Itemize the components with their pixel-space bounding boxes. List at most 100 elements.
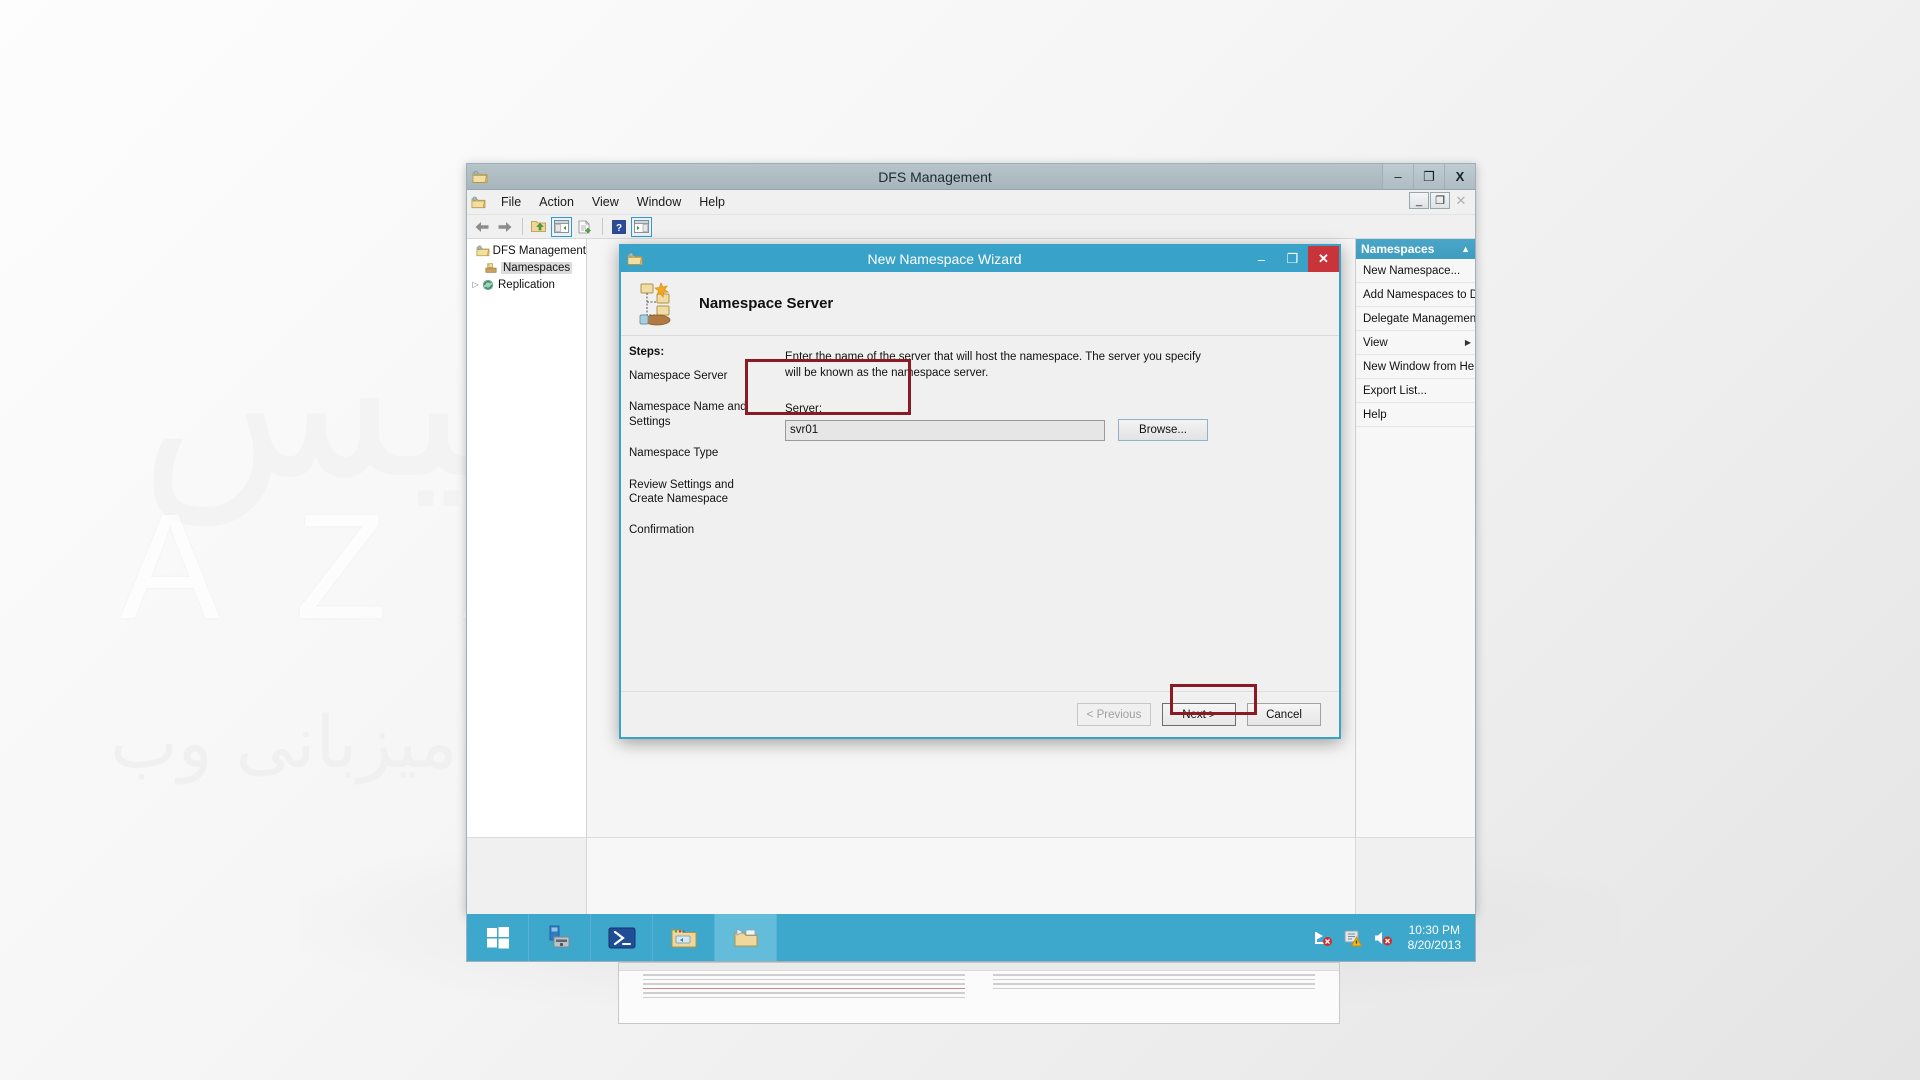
tree-label-namespaces: Namespaces bbox=[501, 261, 573, 274]
dfs-management-window: DFS Management – ❐ X File Action View Wi… bbox=[466, 163, 1476, 937]
chevron-right-icon: ▶ bbox=[1464, 338, 1471, 347]
export-list-icon[interactable] bbox=[574, 217, 595, 237]
tree-expander-replication[interactable]: ▷ bbox=[470, 280, 481, 289]
wizard-step-namespace-name-and-settings: Namespace Name and Settings bbox=[629, 401, 747, 428]
document-columns bbox=[619, 971, 1339, 1001]
main-toolbar: ? bbox=[467, 215, 1475, 239]
tree-item-dfs-management[interactable]: DFS Management bbox=[467, 242, 586, 259]
toolbar-separator-2 bbox=[602, 218, 603, 235]
wizard-step-confirmation: Confirmation bbox=[629, 524, 695, 537]
action-center-warning-icon[interactable] bbox=[1343, 929, 1363, 947]
tree-label-dfs-management: DFS Management bbox=[492, 244, 586, 257]
windows-taskbar: 10:30 PM 8/20/2013 bbox=[466, 914, 1476, 962]
action-new-window-from-here[interactable]: New Window from Here bbox=[1356, 355, 1475, 379]
wizard-step-namespace-type: Namespace Type bbox=[629, 447, 719, 460]
dfs-management-icon[interactable] bbox=[715, 914, 777, 961]
mdi-close-button[interactable]: ✕ bbox=[1451, 192, 1471, 209]
wizard-page-header: Namespace Server bbox=[621, 272, 1339, 336]
action-add-namespaces-to-display[interactable]: Add Namespaces to Di... bbox=[1356, 283, 1475, 307]
action-help[interactable]: Help bbox=[1356, 403, 1475, 427]
menu-view[interactable]: View bbox=[583, 192, 628, 212]
next-button[interactable]: Next > bbox=[1162, 703, 1236, 726]
action-delegate-management[interactable]: Delegate Management... bbox=[1356, 307, 1475, 331]
wizard-instruction-text: Enter the name of the server that will h… bbox=[785, 351, 1201, 379]
browse-button[interactable]: Browse... bbox=[1118, 419, 1208, 442]
start-button-icon[interactable] bbox=[467, 914, 529, 961]
svg-text:?: ? bbox=[615, 223, 621, 234]
clock-time: 10:30 PM bbox=[1408, 922, 1460, 937]
main-menubar: File Action View Window Help _ ❐ ✕ bbox=[467, 190, 1475, 215]
taskbar-spacer bbox=[777, 914, 1308, 961]
steps-label: Steps: bbox=[629, 346, 665, 358]
file-explorer-icon[interactable] bbox=[653, 914, 715, 961]
show-action-pane-icon[interactable] bbox=[631, 216, 652, 237]
clock-date: 8/20/2013 bbox=[1407, 937, 1461, 952]
main-window-controls: – ❐ X bbox=[1382, 164, 1475, 189]
wizard-titlebar: New Namespace Wizard – ❐ ✕ bbox=[621, 246, 1339, 272]
console-tree: DFS Management Namespaces ▷ Replication bbox=[467, 239, 587, 837]
previous-button[interactable]: < Previous bbox=[1077, 703, 1151, 726]
screenshot-frame: DFS Management – ❐ X File Action View Wi… bbox=[466, 163, 1476, 1024]
main-titlebar: DFS Management – ❐ X bbox=[467, 164, 1475, 190]
taskbar-clock[interactable]: 10:30 PM 8/20/2013 bbox=[1398, 923, 1471, 953]
menu-window[interactable]: Window bbox=[628, 192, 690, 212]
system-tray: 10:30 PM 8/20/2013 bbox=[1308, 914, 1475, 961]
menu-help[interactable]: Help bbox=[690, 192, 734, 212]
watermark-arabic-bottom: میزبانی وب bbox=[110, 700, 458, 784]
show-hide-tree-icon[interactable] bbox=[551, 216, 572, 237]
replication-icon bbox=[481, 279, 495, 291]
document-line bbox=[643, 983, 965, 985]
action-view[interactable]: View ▶ bbox=[1356, 331, 1475, 355]
mdi-child-controls: _ ❐ ✕ bbox=[1409, 192, 1472, 209]
mdi-minimize-button[interactable]: _ bbox=[1409, 192, 1429, 209]
wizard-maximize-button[interactable]: ❐ bbox=[1277, 246, 1308, 272]
close-button[interactable]: X bbox=[1444, 164, 1475, 189]
cancel-button[interactable]: Cancel bbox=[1247, 703, 1321, 726]
wizard-steps-list: Steps: Namespace Server Namespace Name a… bbox=[621, 336, 773, 691]
maximize-button[interactable]: ❐ bbox=[1413, 164, 1444, 189]
document-column-left bbox=[629, 971, 979, 1001]
wizard-close-button[interactable]: ✕ bbox=[1308, 246, 1339, 272]
menubar-app-icon bbox=[471, 196, 486, 209]
actions-pane: Namespaces ▲ New Namespace... Add Namesp… bbox=[1355, 239, 1475, 837]
server-input[interactable] bbox=[785, 419, 1105, 441]
action-label: Help bbox=[1363, 408, 1387, 421]
minimize-button[interactable]: – bbox=[1382, 164, 1413, 189]
actions-pane-title: Namespaces bbox=[1361, 242, 1435, 256]
new-namespace-wizard-dialog: New Namespace Wizard – ❐ ✕ Namespace Ser… bbox=[619, 244, 1341, 739]
volume-muted-icon[interactable] bbox=[1373, 929, 1393, 947]
document-line bbox=[643, 978, 965, 980]
mdi-restore-button[interactable]: ❐ bbox=[1430, 192, 1450, 209]
document-line bbox=[993, 987, 1315, 989]
dfs-folder-icon bbox=[472, 170, 488, 184]
action-label: Add Namespaces to Di... bbox=[1363, 288, 1475, 301]
menu-file[interactable]: File bbox=[492, 192, 530, 212]
wizard-footer: < Previous Next > Cancel bbox=[621, 691, 1339, 737]
back-icon[interactable] bbox=[471, 217, 492, 237]
wizard-page-title: Namespace Server bbox=[699, 295, 834, 312]
action-export-list[interactable]: Export List... bbox=[1356, 379, 1475, 403]
tree-item-namespaces[interactable]: Namespaces bbox=[467, 259, 586, 276]
action-label: Export List... bbox=[1363, 384, 1427, 397]
forward-icon[interactable] bbox=[494, 217, 515, 237]
server-manager-icon[interactable] bbox=[529, 914, 591, 961]
wizard-title: New Namespace Wizard bbox=[867, 251, 1022, 267]
wizard-minimize-button[interactable]: – bbox=[1246, 246, 1277, 272]
server-field-label: Server: bbox=[785, 403, 823, 416]
tree-item-replication[interactable]: ▷ Replication bbox=[467, 276, 586, 293]
action-new-namespace[interactable]: New Namespace... bbox=[1356, 259, 1475, 283]
action-label: Delegate Management... bbox=[1363, 312, 1475, 325]
menu-action[interactable]: Action bbox=[530, 192, 583, 212]
document-line bbox=[993, 978, 1315, 980]
document-window-titlebar bbox=[619, 963, 1339, 971]
actions-pane-header: Namespaces ▲ bbox=[1356, 239, 1475, 259]
up-folder-icon[interactable] bbox=[528, 217, 549, 237]
document-column-right bbox=[979, 971, 1329, 1001]
main-window-title: DFS Management bbox=[878, 168, 992, 185]
document-line bbox=[993, 974, 1315, 976]
network-error-icon[interactable] bbox=[1313, 929, 1333, 947]
powershell-icon[interactable] bbox=[591, 914, 653, 961]
help-icon[interactable]: ? bbox=[608, 217, 629, 237]
document-line bbox=[643, 974, 965, 976]
chevron-up-icon[interactable]: ▲ bbox=[1461, 244, 1470, 254]
